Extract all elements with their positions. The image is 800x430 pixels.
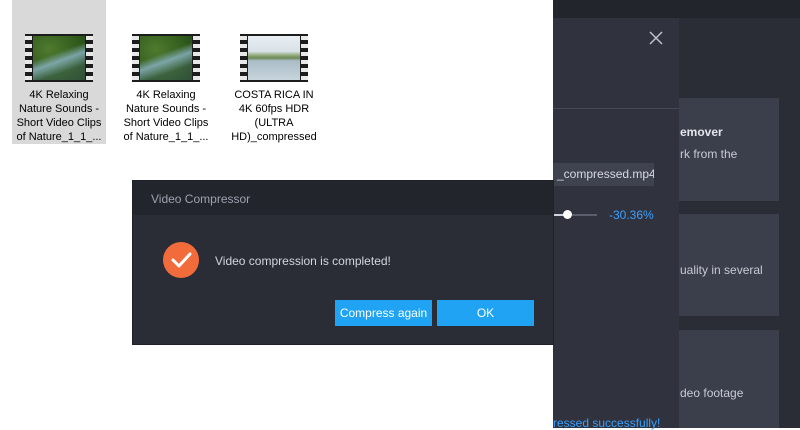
- dialog-header: Video Compressor: [133, 181, 553, 215]
- file-name: 4K Relaxing Nature Sounds - Short Video …: [16, 89, 102, 143]
- compress-again-button[interactable]: Compress again: [335, 300, 432, 326]
- file-name: COSTA RICA IN 4K 60fps HDR (ULTRA HD)_co…: [231, 89, 317, 143]
- divider: [553, 108, 679, 109]
- dialog-message: Video compression is completed!: [215, 254, 391, 268]
- file-item-1[interactable]: 4K Relaxing Nature Sounds - Short Video …: [12, 0, 106, 144]
- tool-card-1-title: emover: [680, 125, 723, 139]
- file-item-2[interactable]: 4K Relaxing Nature Sounds - Short Video …: [119, 0, 213, 144]
- compress-settings-panel: [553, 18, 679, 428]
- tool-card-3[interactable]: [679, 330, 779, 428]
- video-file-icon: [132, 34, 200, 82]
- video-file-icon: [240, 34, 308, 82]
- file-item-3[interactable]: COSTA RICA IN 4K 60fps HDR (ULTRA HD)_co…: [227, 0, 321, 144]
- compress-slider-handle[interactable]: [563, 210, 572, 219]
- tool-card-1-text: rk from the: [680, 147, 738, 161]
- file-name: 4K Relaxing Nature Sounds - Short Video …: [123, 89, 209, 143]
- tool-card-2-text: uality in several: [680, 263, 763, 277]
- app-topbar: [553, 0, 800, 18]
- tool-card-3-text: deo footage: [680, 386, 744, 400]
- output-file-field[interactable]: _compressed.mp4: [553, 163, 654, 186]
- check-circle-icon: [163, 242, 199, 278]
- video-file-icon: [25, 34, 93, 82]
- ok-button[interactable]: OK: [437, 300, 534, 326]
- dialog-title: Video Compressor: [151, 192, 251, 206]
- close-icon[interactable]: [646, 28, 666, 48]
- compress-percent: -30.36%: [609, 208, 654, 222]
